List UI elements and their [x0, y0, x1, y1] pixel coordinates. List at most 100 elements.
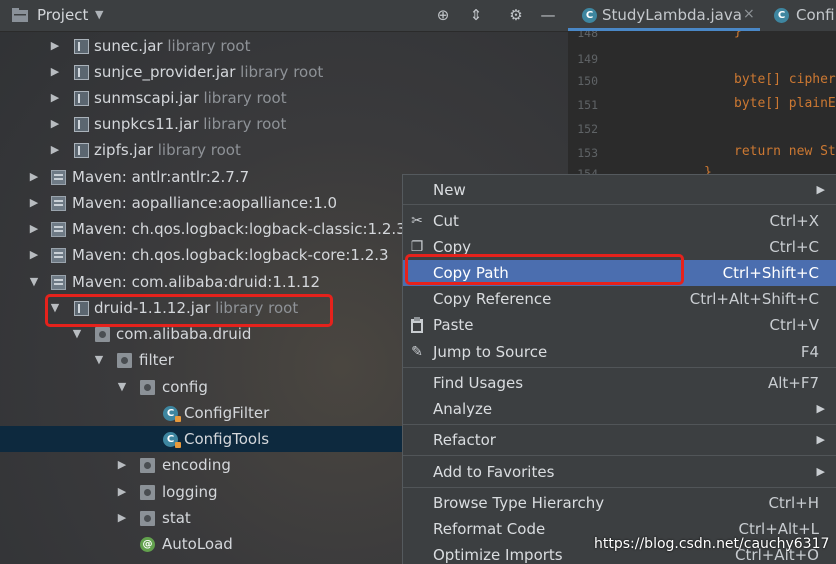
line-number: 151 — [577, 98, 598, 112]
gear-icon[interactable]: ⚙ — [507, 6, 525, 24]
collapse-arrow-icon[interactable]: ▼ — [116, 374, 128, 400]
expand-arrow-icon[interactable]: ▶ — [49, 137, 61, 163]
menu-item-add-to-favorites[interactable]: Add to Favorites ▶ — [403, 459, 836, 485]
close-icon[interactable]: × — [743, 6, 755, 22]
tree-item[interactable]: ▶ sunpkcs11.jar library root — [0, 111, 568, 137]
line-number: 148 — [577, 31, 598, 40]
menu-item-label: Copy Reference — [433, 290, 552, 308]
menu-item-browse-type-hierarchy[interactable]: Browse Type Hierarchy Ctrl+H — [403, 490, 836, 516]
menu-item-copy-reference[interactable]: Copy Reference Ctrl+Alt+Shift+C — [403, 286, 836, 312]
target-icon[interactable]: ⊕ — [434, 6, 452, 24]
expand-arrow-icon[interactable]: ▶ — [116, 505, 128, 531]
expand-arrow-icon[interactable]: ▶ — [49, 111, 61, 137]
tree-item-label: AutoLoad — [162, 535, 233, 553]
tab-config[interactable]: Confi — [796, 0, 835, 31]
tree-item[interactable]: ▶ sunmscapi.jar library root — [0, 85, 568, 111]
package-icon — [117, 353, 132, 368]
submenu-arrow-icon: ▶ — [816, 465, 825, 478]
menu-item-new[interactable]: New ▶ — [403, 177, 836, 203]
menu-item-shortcut: Ctrl+Alt+Shift+C — [689, 290, 819, 308]
class-icon: C — [163, 406, 181, 422]
package-icon — [140, 511, 155, 526]
copy-path-highlight — [405, 254, 684, 285]
menu-separator — [403, 367, 836, 368]
library-icon — [51, 248, 66, 263]
scissors-icon: ✂ — [411, 213, 423, 229]
menu-item-jump-to-source[interactable]: ✎ Jump to Source F4 — [403, 339, 836, 365]
menu-item-shortcut: Alt+F7 — [767, 374, 819, 392]
editor-tab-bar: C StudyLambda.java × C Confi — [568, 0, 836, 32]
menu-item-shortcut: Ctrl+Shift+C — [722, 264, 819, 282]
tab-studylambda[interactable]: StudyLambda.java — [568, 0, 760, 31]
collapse-icon[interactable]: ⇕ — [467, 6, 485, 24]
library-icon — [51, 196, 66, 211]
tree-item-label: sunpkcs11.jar library root — [94, 115, 287, 133]
tree-item-label: stat — [162, 509, 191, 527]
menu-item-analyze[interactable]: Analyze ▶ — [403, 396, 836, 422]
jar-icon — [74, 39, 89, 54]
menu-item-shortcut: Ctrl+H — [768, 494, 819, 512]
menu-item-label: Find Usages — [433, 374, 524, 392]
menu-item-label: Analyze — [433, 400, 493, 418]
java-class-icon: C — [774, 8, 789, 23]
collapse-arrow-icon[interactable]: ▼ — [28, 269, 40, 295]
tree-item[interactable]: ▶ sunjce_provider.jar library root — [0, 59, 568, 85]
menu-item-cut[interactable]: ✂ Cut Ctrl+X — [403, 208, 836, 234]
tree-item-label: sunmscapi.jar library root — [94, 89, 287, 107]
menu-item-paste[interactable]: Paste Ctrl+V — [403, 312, 836, 338]
tree-item-label: Maven: aopalliance:aopalliance:1.0 — [72, 194, 338, 212]
package-icon — [140, 380, 155, 395]
tree-item[interactable]: ▶ sunec.jar library root — [0, 33, 568, 59]
package-icon — [140, 485, 155, 500]
expand-arrow-icon[interactable]: ▶ — [28, 242, 40, 268]
expand-arrow-icon[interactable]: ▶ — [116, 452, 128, 478]
menu-separator — [403, 204, 836, 205]
project-panel-header: Project ▼ ⊕ ⇕ ⚙ — — [0, 0, 568, 32]
jar-icon — [74, 143, 89, 158]
code-line: return new St — [734, 144, 836, 159]
expand-arrow-icon[interactable]: ▶ — [49, 33, 61, 59]
library-icon — [51, 222, 66, 237]
clipboard-icon — [409, 317, 425, 333]
expand-arrow-icon[interactable]: ▶ — [49, 85, 61, 111]
submenu-arrow-icon: ▶ — [816, 433, 825, 446]
menu-item-shortcut: F4 — [800, 343, 819, 361]
library-icon — [51, 170, 66, 185]
line-number: 150 — [577, 74, 598, 88]
menu-item-label: Optimize Imports — [433, 546, 563, 564]
menu-item-label: Add to Favorites — [433, 463, 555, 481]
menu-separator — [403, 424, 836, 425]
minimize-icon[interactable]: — — [539, 6, 557, 24]
watermark: https://blog.csdn.net/cauchy6317 — [594, 536, 830, 552]
jar-icon — [74, 91, 89, 106]
chevron-down-icon[interactable]: ▼ — [95, 8, 103, 21]
menu-item-shortcut: Ctrl+V — [769, 316, 819, 334]
expand-arrow-icon[interactable]: ▶ — [28, 216, 40, 242]
menu-separator — [403, 455, 836, 456]
expand-arrow-icon[interactable]: ▶ — [49, 59, 61, 85]
expand-arrow-icon[interactable]: ▶ — [116, 479, 128, 505]
annotation-icon: @ — [140, 537, 155, 552]
folder-icon — [12, 8, 28, 22]
jar-icon — [74, 117, 89, 132]
package-icon — [140, 458, 155, 473]
tree-item-label: encoding — [162, 456, 231, 474]
code-line: } — [734, 31, 742, 39]
tree-item[interactable]: ▶ zipfs.jar library root — [0, 137, 568, 163]
tree-item-label: Maven: antlr:antlr:2.7.7 — [72, 168, 250, 186]
package-icon — [95, 327, 110, 342]
menu-separator — [403, 487, 836, 488]
submenu-arrow-icon: ▶ — [816, 183, 825, 196]
expand-arrow-icon[interactable]: ▶ — [28, 190, 40, 216]
menu-item-label: Jump to Source — [433, 343, 548, 361]
tree-item-label: filter — [139, 351, 174, 369]
menu-item-refactor[interactable]: Refactor ▶ — [403, 427, 836, 453]
copy-icon: ❐ — [410, 239, 424, 255]
class-icon: C — [163, 432, 181, 448]
tree-item-label: logging — [162, 483, 218, 501]
collapse-arrow-icon[interactable]: ▼ — [93, 347, 105, 373]
project-panel-title[interactable]: Project — [37, 6, 88, 24]
tree-item-label: Maven: ch.qos.logback:logback-classic:1.… — [72, 220, 406, 238]
expand-arrow-icon[interactable]: ▶ — [28, 164, 40, 190]
menu-item-find-usages[interactable]: Find Usages Alt+F7 — [403, 370, 836, 396]
